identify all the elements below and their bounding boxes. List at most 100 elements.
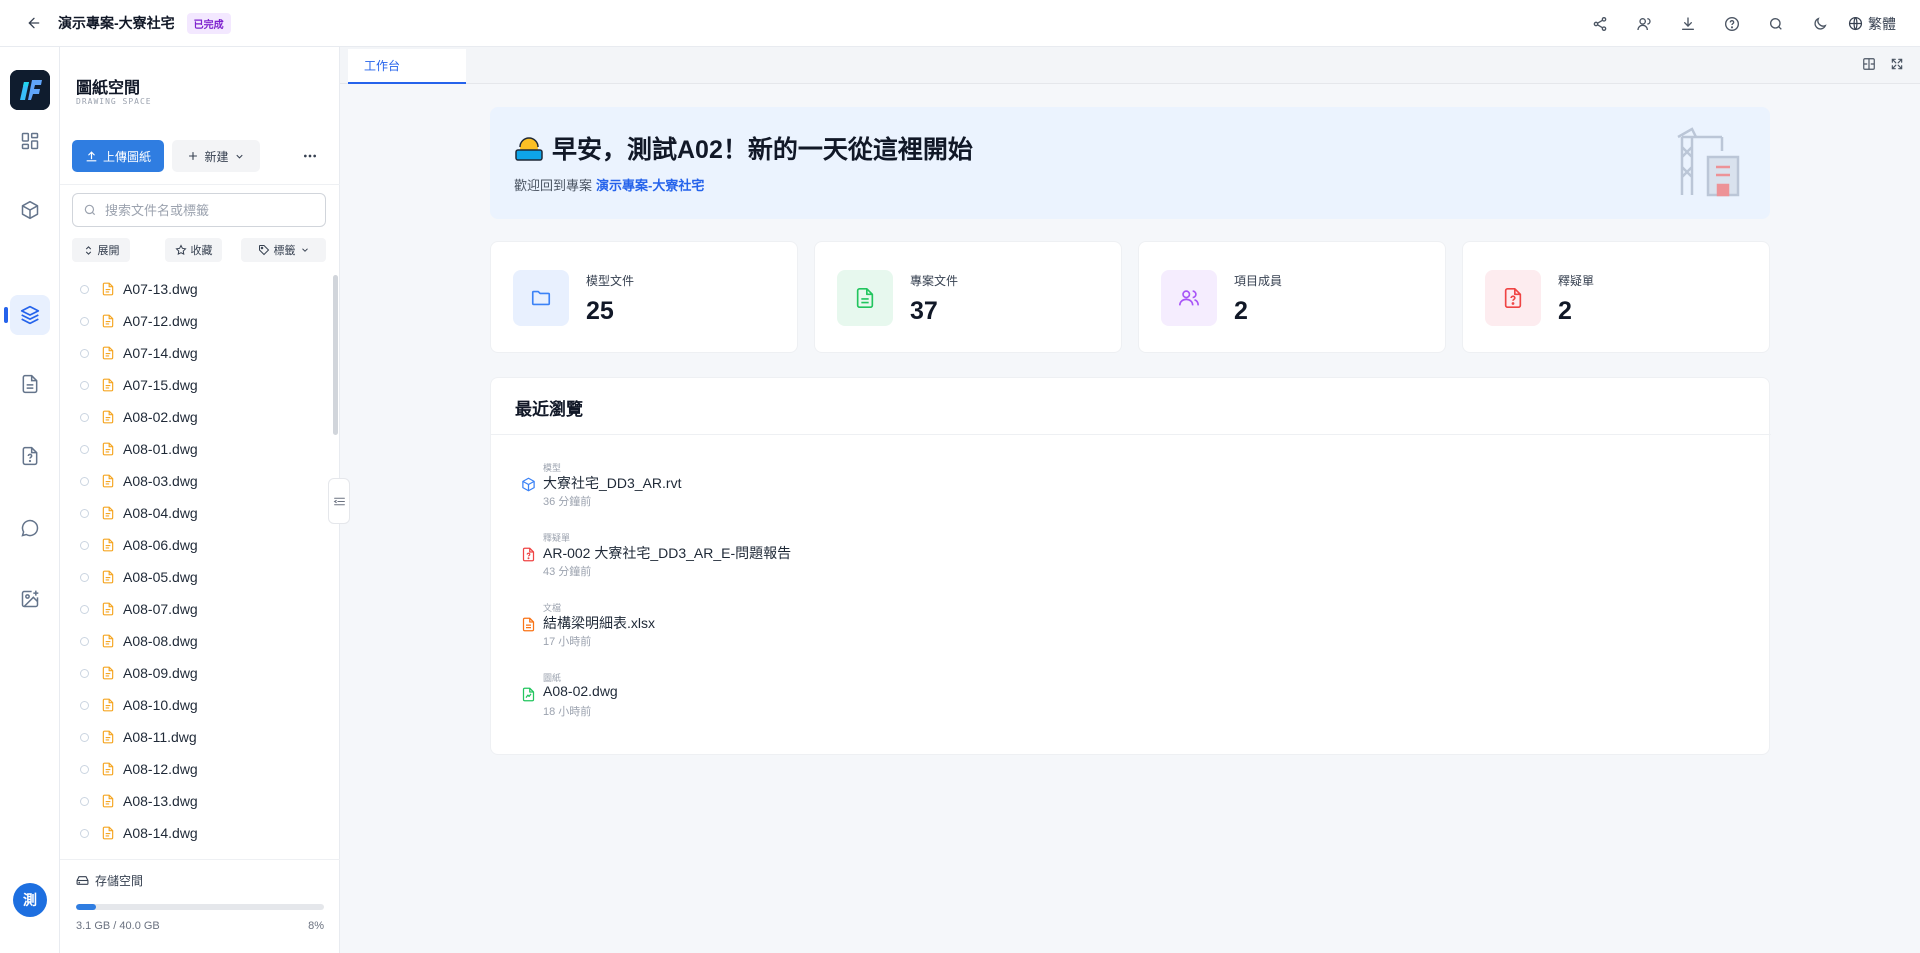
active-indicator (4, 307, 8, 323)
recent-item-time: 43 分鐘前 (543, 566, 592, 578)
select-radio[interactable] (80, 508, 89, 518)
select-radio[interactable] (80, 412, 89, 422)
file-list-item[interactable]: A08-02.dwg (60, 401, 340, 433)
select-radio[interactable] (80, 540, 89, 550)
more-options-button[interactable] (296, 140, 324, 172)
recent-item[interactable]: 釋疑單 AR-002 大寮社宅_DD3_AR_E-問題報告 43 分鐘前 (521, 531, 1021, 589)
stat-card[interactable]: 專案文件 37 (814, 241, 1122, 353)
file-name: A08-07.dwg (123, 601, 198, 617)
select-radio[interactable] (80, 572, 89, 582)
recent-item[interactable]: 圖紙 A08-02.dwg 18 小時前 (521, 671, 1021, 729)
members-button[interactable] (1622, 8, 1666, 40)
select-radio[interactable] (80, 316, 89, 326)
select-radio[interactable] (80, 700, 89, 710)
file-list-item[interactable]: A07-12.dwg (60, 305, 340, 337)
welcome-prefix: 歡迎回到專案 (514, 178, 593, 193)
fullscreen-button[interactable] (1888, 55, 1906, 73)
stat-card[interactable]: 模型文件 25 (490, 241, 798, 353)
expand-filter-button[interactable]: 展開 (72, 238, 130, 262)
rail-messages[interactable] (10, 508, 50, 548)
select-radio[interactable] (80, 348, 89, 358)
search-icon (1770, 17, 1782, 30)
layers-icon (20, 305, 40, 325)
user-avatar[interactable]: 測 (13, 883, 47, 917)
select-radio[interactable] (80, 764, 89, 774)
file-list-item[interactable]: A08-01.dwg (60, 433, 340, 465)
project-link[interactable]: 演示專案-大寮社宅 (596, 178, 704, 193)
file-search (72, 193, 326, 227)
recent-item-time: 18 小時前 (543, 706, 592, 718)
app-logo[interactable] (10, 70, 50, 110)
help-button[interactable] (1710, 8, 1754, 40)
file-list-item[interactable]: A08-03.dwg (60, 465, 340, 497)
file-list-scrollbar[interactable] (333, 275, 338, 435)
file-list-item[interactable]: A08-07.dwg (60, 593, 340, 625)
file-search-input[interactable] (105, 202, 305, 218)
search-button[interactable] (1754, 8, 1798, 40)
cube-icon (522, 477, 535, 492)
rail-issues[interactable] (10, 436, 50, 476)
moon-icon (1814, 16, 1827, 30)
file-list-item[interactable]: A08-04.dwg (60, 497, 340, 529)
favorite-filter-button[interactable]: 收藏 (165, 238, 222, 262)
storage-progress-bar (76, 904, 324, 910)
split-view-button[interactable] (1860, 55, 1878, 73)
rail-dashboard[interactable] (10, 121, 50, 161)
stat-card[interactable]: 釋疑單 2 (1462, 241, 1770, 353)
storage-progress-fill (76, 904, 96, 910)
recent-item[interactable]: 文檔 結構梁明細表.xlsx 17 小時前 (521, 601, 1021, 659)
download-button[interactable] (1666, 8, 1710, 40)
main-content: 工作台 早安，測試A02！新的一天從這裡開始 歡迎回到專案演示專案-大寮社宅 (340, 47, 1920, 953)
more-horizontal-icon (304, 154, 316, 158)
file-list-item[interactable]: A07-13.dwg (60, 273, 340, 305)
file-name: A08-10.dwg (123, 697, 198, 713)
file-list-item[interactable]: A08-13.dwg (60, 785, 340, 817)
file-list-item[interactable]: A07-14.dwg (60, 337, 340, 369)
file-list-item[interactable]: A08-14.dwg (60, 817, 340, 849)
tab-workbench[interactable]: 工作台 (348, 49, 466, 84)
stat-card[interactable]: 項目成員 2 (1138, 241, 1446, 353)
drawing-file-icon (522, 687, 535, 702)
select-radio[interactable] (80, 636, 89, 646)
select-radio[interactable] (80, 604, 89, 614)
back-button[interactable] (22, 11, 46, 35)
file-list-item[interactable]: A08-06.dwg (60, 529, 340, 561)
tags-filter-button[interactable]: 標籤 (241, 238, 326, 262)
dark-mode-toggle[interactable] (1798, 8, 1842, 40)
recent-item[interactable]: 模型 大寮社宅_DD3_AR.rvt 36 分鐘前 (521, 461, 1021, 519)
rail-images[interactable] (10, 579, 50, 619)
rail-documents[interactable] (10, 364, 50, 404)
file-name: A08-03.dwg (123, 473, 198, 489)
select-radio[interactable] (80, 732, 89, 742)
file-name: A08-05.dwg (123, 569, 198, 585)
file-list-item[interactable]: A08-08.dwg (60, 625, 340, 657)
select-radio[interactable] (80, 380, 89, 390)
select-radio[interactable] (80, 284, 89, 294)
share-icon (1593, 16, 1607, 31)
select-radio[interactable] (80, 476, 89, 486)
status-badge: 已完成 (186, 12, 231, 34)
stat-value: 25 (586, 297, 614, 325)
file-list-item[interactable]: A07-15.dwg (60, 369, 340, 401)
logo-icon (10, 70, 50, 110)
upload-drawing-button[interactable]: 上傳圖紙 (72, 140, 164, 172)
file-list-item[interactable]: A08-10.dwg (60, 689, 340, 721)
file-list-item[interactable]: A08-11.dwg (60, 721, 340, 753)
stat-value: 2 (1234, 297, 1248, 325)
select-radio[interactable] (80, 828, 89, 838)
file-list-item[interactable]: A08-12.dwg (60, 753, 340, 785)
select-radio[interactable] (80, 796, 89, 806)
language-switcher[interactable]: 繁體 (1848, 14, 1896, 34)
file-list-item[interactable]: A08-05.dwg (60, 561, 340, 593)
select-radio[interactable] (80, 668, 89, 678)
new-button[interactable]: 新建 (172, 140, 260, 172)
stat-icon-box (837, 270, 893, 326)
question-file-icon (1504, 288, 1522, 308)
select-radio[interactable] (80, 444, 89, 454)
share-button[interactable] (1578, 8, 1622, 40)
users-icon (1179, 290, 1199, 306)
file-list-item[interactable]: A08-09.dwg (60, 657, 340, 689)
rail-drawings[interactable] (10, 295, 50, 335)
rail-models[interactable] (10, 190, 50, 230)
panel-title: 圖紙空間 (76, 80, 141, 97)
